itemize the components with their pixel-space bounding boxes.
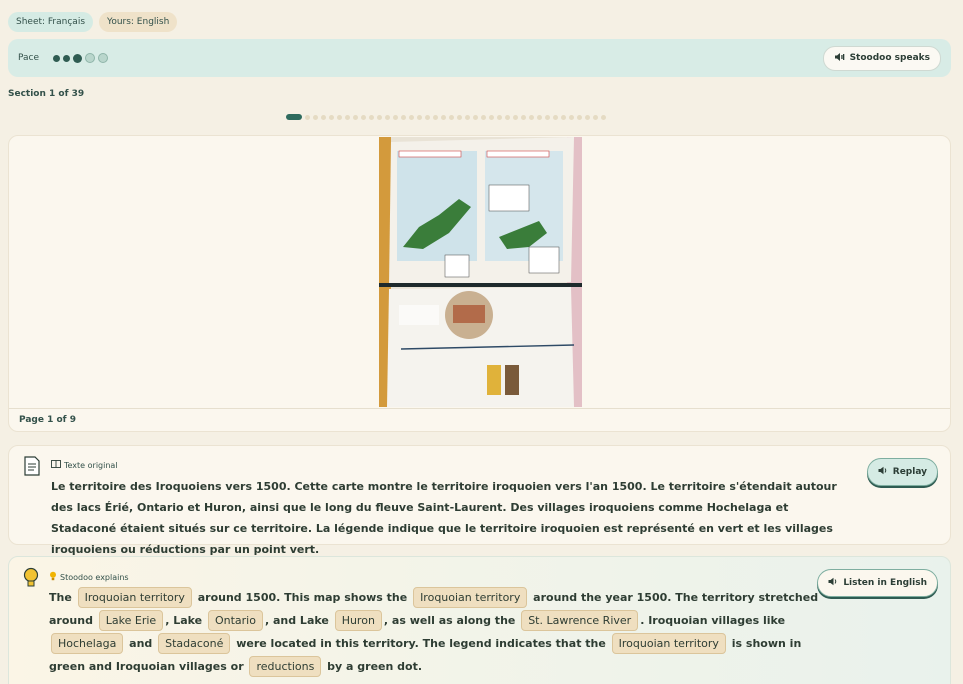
explanation-text-segment: were located in this territory. The lege… (232, 637, 610, 650)
glossary-term[interactable]: Lake Erie (98, 610, 164, 631)
explanation-card: Stoodoo explains The Iroquoian territory… (8, 556, 951, 684)
section-dot-14[interactable] (401, 114, 406, 120)
original-text-tag: Texte original (51, 460, 118, 470)
section-dot-21[interactable] (457, 114, 462, 120)
section-dot-37[interactable] (585, 114, 590, 120)
section-dot-5[interactable] (329, 114, 334, 120)
section-dot-26[interactable] (497, 114, 502, 120)
explanation-text-segment: , and Lake (264, 614, 333, 627)
section-indicator: Section 1 of 39 (8, 89, 85, 99)
section-dot-28[interactable] (513, 114, 518, 120)
language-chips: Sheet: Français Yours: English (8, 12, 178, 32)
section-dot-29[interactable] (521, 114, 526, 120)
section-dot-12[interactable] (385, 114, 390, 120)
section-dot-22[interactable] (465, 114, 470, 120)
section-dot-38[interactable] (593, 114, 598, 120)
pace-dot-1[interactable] (53, 54, 61, 62)
section-dot-23[interactable] (473, 114, 478, 120)
speaker-icon (878, 466, 888, 478)
explanation-text-segment: The (49, 591, 76, 604)
glossary-term[interactable]: Iroquoian territory (611, 633, 726, 654)
section-dot-3[interactable] (313, 114, 318, 120)
listen-in-english-label: Listen in English (843, 578, 927, 588)
section-dot-39[interactable] (601, 114, 606, 120)
listen-in-english-button[interactable]: Listen in English (817, 569, 938, 597)
glossary-term[interactable]: Hochelaga (51, 633, 124, 654)
section-dot-33[interactable] (553, 114, 558, 120)
stoodoo-speaks-label: Stoodoo speaks (849, 53, 930, 63)
section-dot-16[interactable] (417, 114, 422, 120)
section-dot-20[interactable] (449, 114, 454, 120)
section-dot-1[interactable] (286, 114, 302, 120)
explanation-tag-label: Stoodoo explains (60, 572, 129, 582)
pace-dot-3[interactable] (73, 53, 83, 63)
replay-button[interactable]: Replay (866, 458, 938, 486)
glossary-term[interactable]: Ontario (207, 610, 263, 631)
section-dot-2[interactable] (305, 114, 310, 120)
glossary-term[interactable]: Stadaconé (158, 633, 231, 654)
section-progress (286, 114, 606, 120)
original-text-card: Texte original Le territoire des Iroquoi… (8, 445, 951, 556)
section-dot-27[interactable] (505, 114, 510, 120)
document-icon (23, 456, 41, 480)
glossary-term[interactable]: reductions (249, 656, 322, 677)
section-dot-31[interactable] (537, 114, 542, 120)
explanation-text-segment: and (125, 637, 157, 650)
lightbulb-icon (23, 567, 39, 593)
page-viewer: Page 1 of 9 (8, 135, 951, 432)
section-dot-8[interactable] (353, 114, 358, 120)
textbook-page-photo[interactable] (379, 137, 582, 407)
glossary-term[interactable]: Iroquoian territory (77, 587, 192, 608)
pace-dot-4[interactable] (85, 53, 96, 63)
section-dot-7[interactable] (345, 114, 350, 120)
original-text: Le territoire des Iroquoiens vers 1500. … (51, 480, 837, 556)
page-indicator: Page 1 of 9 (9, 408, 950, 431)
section-dot-11[interactable] (377, 114, 382, 120)
section-dot-35[interactable] (569, 114, 574, 120)
speaker-icon (828, 577, 838, 589)
section-dot-34[interactable] (561, 114, 566, 120)
pace-dot-2[interactable] (63, 54, 71, 62)
sheet-language-chip[interactable]: Sheet: Français (8, 12, 94, 32)
explanation-text-segment: , Lake (165, 614, 206, 627)
section-dot-32[interactable] (545, 114, 550, 120)
section-dot-19[interactable] (441, 114, 446, 120)
explanation-text-segment: , as well as along the (383, 614, 520, 627)
glossary-term[interactable]: St. Lawrence River (521, 610, 639, 631)
explanation-text-segment: . Iroquoian villages like (640, 614, 786, 627)
stoodoo-speaks-button[interactable]: Stoodoo speaks (822, 45, 941, 71)
section-dot-36[interactable] (577, 114, 582, 120)
section-dot-13[interactable] (393, 114, 398, 120)
your-language-chip[interactable]: Yours: English (99, 12, 178, 32)
explanation-text-segment: around 1500. This map shows the (193, 591, 412, 604)
section-dot-25[interactable] (489, 114, 494, 120)
pace-dot-5[interactable] (98, 53, 109, 63)
section-dot-17[interactable] (425, 114, 430, 120)
explanation-text: The Iroquoian territory around 1500. Thi… (49, 586, 824, 678)
section-dot-10[interactable] (369, 114, 374, 120)
section-dot-15[interactable] (409, 114, 414, 120)
glossary-term[interactable]: Huron (334, 610, 382, 631)
section-dot-9[interactable] (361, 114, 366, 120)
replay-label: Replay (892, 467, 927, 477)
section-dot-18[interactable] (433, 114, 438, 120)
section-dot-24[interactable] (481, 114, 486, 120)
original-text-tag-label: Texte original (64, 460, 118, 470)
section-dot-30[interactable] (529, 114, 534, 120)
explanation-tag: Stoodoo explains (49, 571, 129, 583)
pace-selector[interactable] (53, 53, 109, 63)
speaker-icon (834, 52, 845, 65)
small-lightbulb-icon (49, 571, 57, 583)
glossary-term[interactable]: Iroquoian territory (413, 587, 528, 608)
pace-label: Pace (18, 53, 40, 63)
explanation-text-segment: by a green dot. (323, 660, 423, 673)
pace-bar: Pace Stoodoo speaks (8, 39, 951, 77)
section-dot-4[interactable] (321, 114, 326, 120)
section-dot-6[interactable] (337, 114, 342, 120)
book-icon (51, 460, 61, 470)
